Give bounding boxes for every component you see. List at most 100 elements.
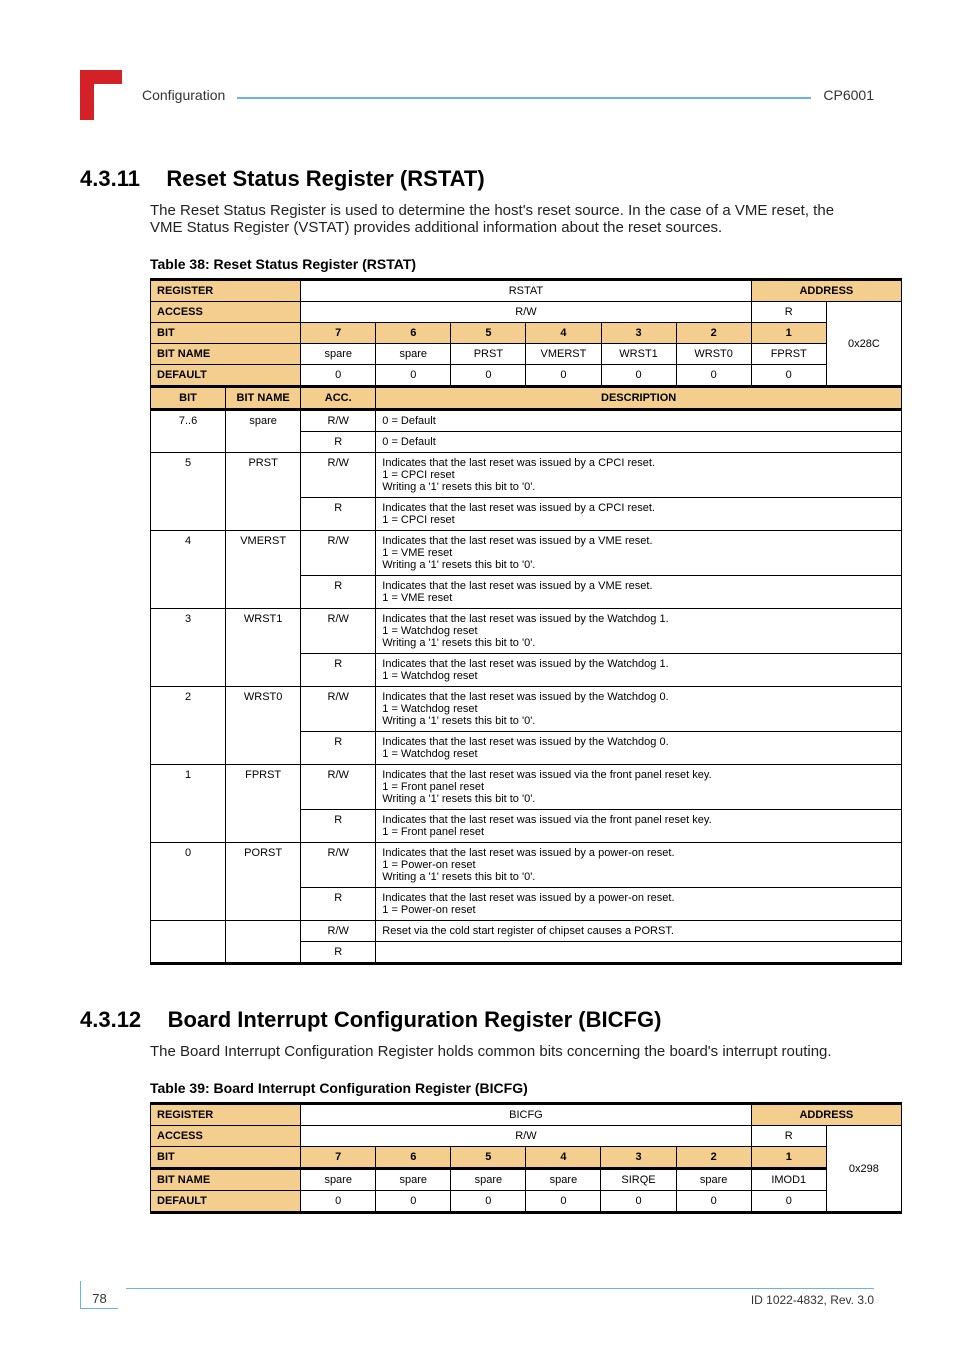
acc-cell: R/W	[301, 687, 376, 732]
bitname-cell: spare	[226, 410, 301, 453]
bit-col: 5	[451, 323, 526, 344]
bit-col: 2	[676, 1147, 751, 1169]
default: 0	[376, 365, 451, 387]
acc-cell: R/W	[301, 921, 376, 942]
desc-cell: Reset via the cold start register of chi…	[376, 921, 902, 942]
default: 0	[751, 365, 826, 387]
bit-col: 6	[376, 1147, 451, 1169]
bit-col: 2	[676, 323, 751, 344]
bitname-cell	[226, 921, 301, 964]
bitname: PRST	[451, 344, 526, 365]
acc-cell: R/W	[301, 531, 376, 576]
section-intro: The Reset Status Register is used to det…	[150, 202, 850, 236]
bitname: spare	[301, 344, 376, 365]
bitname: spare	[376, 1169, 451, 1191]
brand-logo	[80, 70, 122, 120]
default: 0	[676, 365, 751, 387]
bitname-cell: VMERST	[226, 531, 301, 609]
row-label: DEFAULT	[151, 365, 301, 387]
col-bit: BIT	[151, 387, 226, 410]
bitname-cell: PORST	[226, 843, 301, 921]
table-caption: Table 38: Reset Status Register (RSTAT)	[150, 256, 874, 272]
row-label: BIT	[151, 323, 301, 344]
bitname: WRST0	[676, 344, 751, 365]
register-name: RSTAT	[301, 280, 752, 302]
desc-cell: Indicates that the last reset was issued…	[376, 654, 902, 687]
row-label: ADDRESS	[751, 280, 901, 302]
chapter-title: Configuration	[142, 87, 225, 103]
bit-col: 4	[526, 1147, 601, 1169]
default: 0	[601, 1191, 676, 1213]
table-row: 3 WRST1 R/W Indicates that the last rese…	[151, 609, 902, 654]
table-caption: Table 39: Board Interrupt Configuration …	[150, 1080, 874, 1096]
bitname: FPRST	[751, 344, 826, 365]
default: 0	[451, 1191, 526, 1213]
bit-col: 4	[526, 323, 601, 344]
acc-cell: R	[301, 732, 376, 765]
bitname: IMOD1	[751, 1169, 826, 1191]
bit-col: 1	[751, 1147, 826, 1169]
bitname: WRST1	[601, 344, 676, 365]
col-desc: DESCRIPTION	[376, 387, 902, 410]
col-acc: ACC.	[301, 387, 376, 410]
row-label: BIT NAME	[151, 344, 301, 365]
row-label: BIT	[151, 1147, 301, 1169]
bitname: spare	[451, 1169, 526, 1191]
table-row: 0 PORST R/W Indicates that the last rese…	[151, 843, 902, 888]
bitname: spare	[676, 1169, 751, 1191]
acc-cell: R/W	[301, 453, 376, 498]
bit-cell: 0	[151, 843, 226, 921]
acc-cell: R	[301, 888, 376, 921]
row-label: REGISTER	[151, 280, 301, 302]
desc-cell: Indicates that the last reset was issued…	[376, 888, 902, 921]
row-label: DEFAULT	[151, 1191, 301, 1213]
bicfg-table: REGISTER BICFG ADDRESS ACCESS R/W R 0x29…	[150, 1102, 902, 1214]
access-value: R/W	[301, 1126, 752, 1147]
product-name: CP6001	[823, 87, 874, 103]
bit-cell: 7..6	[151, 410, 226, 453]
register-name: BICFG	[301, 1104, 752, 1126]
address-value: 0x28C	[826, 302, 901, 387]
bit-col: 3	[601, 323, 676, 344]
desc-cell	[376, 942, 902, 964]
row-label: REGISTER	[151, 1104, 301, 1126]
page-number: 78	[80, 1281, 118, 1309]
acc-cell: R	[301, 810, 376, 843]
desc-cell: Indicates that the last reset was issued…	[376, 765, 902, 810]
row-label: ACCESS	[151, 1126, 301, 1147]
bitname-cell: PRST	[226, 453, 301, 531]
access-value: R/W	[301, 302, 752, 323]
bit-cell: 3	[151, 609, 226, 687]
table-row: 5 PRST R/W Indicates that the last reset…	[151, 453, 902, 498]
section-intro: The Board Interrupt Configuration Regist…	[150, 1043, 850, 1060]
bit-cell: 5	[151, 453, 226, 531]
table-row: 4 VMERST R/W Indicates that the last res…	[151, 531, 902, 576]
bit-cell	[151, 921, 226, 964]
bitname-cell: WRST0	[226, 687, 301, 765]
bitname: spare	[376, 344, 451, 365]
rstat-table: REGISTER RSTAT ADDRESS ACCESS R/W R 0x28…	[150, 278, 902, 965]
access-value: R	[751, 1126, 826, 1147]
acc-cell: R/W	[301, 410, 376, 432]
desc-cell: 0 = Default	[376, 432, 902, 453]
default: 0	[451, 365, 526, 387]
desc-cell: Indicates that the last reset was issued…	[376, 576, 902, 609]
desc-cell: Indicates that the last reset was issued…	[376, 732, 902, 765]
section-number: 4.3.11	[80, 166, 140, 191]
default: 0	[301, 365, 376, 387]
default: 0	[526, 1191, 601, 1213]
acc-cell: R	[301, 576, 376, 609]
desc-cell: Indicates that the last reset was issued…	[376, 810, 902, 843]
address-value: 0x298	[826, 1126, 901, 1213]
row-label: ADDRESS	[751, 1104, 901, 1126]
bitname: spare	[526, 1169, 601, 1191]
bitname: VMERST	[526, 344, 601, 365]
desc-cell: Indicates that the last reset was issued…	[376, 687, 902, 732]
table-row: 2 WRST0 R/W Indicates that the last rese…	[151, 687, 902, 732]
desc-cell: Indicates that the last reset was issued…	[376, 843, 902, 888]
section-number: 4.3.12	[80, 1007, 141, 1032]
default: 0	[301, 1191, 376, 1213]
section-heading: 4.3.12 Board Interrupt Configuration Reg…	[80, 1007, 874, 1033]
bit-col: 1	[751, 323, 826, 344]
bitname: SIRQE	[601, 1169, 676, 1191]
